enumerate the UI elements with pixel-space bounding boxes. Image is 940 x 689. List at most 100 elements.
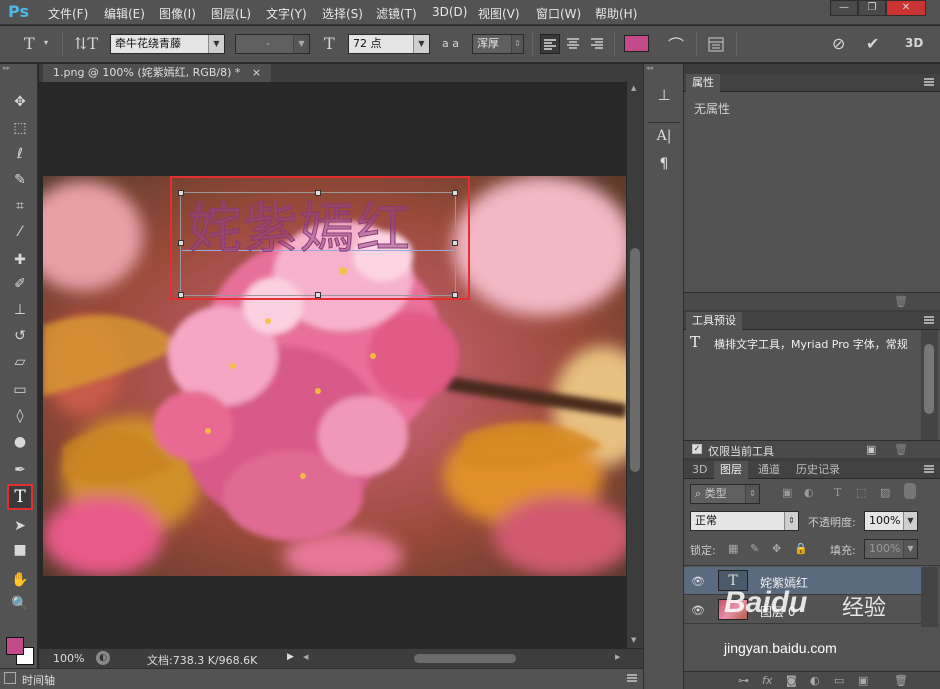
align-left-button[interactable] — [540, 34, 560, 54]
layer-name[interactable]: 姹紫嫣红 — [760, 574, 808, 591]
gradient-tool-icon[interactable]: ▭ — [10, 380, 30, 400]
close-tab-icon[interactable]: × — [252, 66, 261, 79]
font-style-dropdown[interactable]: - ▼ — [235, 34, 310, 54]
new-preset-icon[interactable]: ▣ — [866, 443, 876, 456]
zoom-tool-icon[interactable]: 🔍 — [10, 594, 30, 614]
fill-input[interactable]: 100% ▼ — [864, 539, 918, 559]
scroll-up-icon[interactable]: ▲ — [631, 84, 636, 92]
vertical-scrollbar[interactable]: ▲ ▼ — [627, 82, 643, 648]
path-selection-tool-icon[interactable]: ➤ — [10, 516, 30, 536]
align-center-button[interactable] — [564, 34, 584, 54]
filter-smart-object-icon[interactable]: ▨ — [880, 486, 890, 499]
layer-name[interactable]: 图层 0 — [760, 603, 795, 620]
timeline-menu-icon[interactable] — [627, 674, 637, 682]
3d-button[interactable]: 3D — [905, 36, 923, 50]
tab-properties[interactable]: 属性 — [686, 74, 720, 92]
cancel-icon[interactable]: ⊘ — [832, 34, 845, 53]
menu-edit[interactable]: 编辑(E) — [104, 5, 145, 22]
marquee-tool-icon[interactable]: ⬚ — [10, 118, 30, 138]
text-tool-preset-icon[interactable]: T — [24, 34, 35, 53]
link-layers-icon[interactable]: ⊶ — [738, 674, 749, 687]
panel-menu-icon[interactable] — [924, 78, 934, 86]
crop-tool-icon[interactable]: ⌗ — [10, 196, 30, 216]
close-window-button[interactable]: ✕ — [886, 0, 926, 16]
only-current-tool-checkbox[interactable]: ✓ — [692, 444, 702, 454]
rectangle-tool-icon[interactable]: ■ — [10, 540, 30, 560]
visibility-eye-icon[interactable]: 👁 — [691, 604, 705, 617]
panel-menu-icon[interactable] — [924, 316, 934, 324]
layer-row[interactable]: 👁 T 姹紫嫣红 — [684, 567, 921, 595]
status-info-icon[interactable]: ◐ — [96, 651, 110, 665]
layer-style-icon[interactable]: fx — [762, 674, 772, 687]
menu-layer[interactable]: 图层(L) — [211, 5, 251, 22]
filter-type-icon[interactable]: T — [834, 486, 841, 499]
warp-text-icon[interactable]: ⌒ — [668, 32, 684, 56]
status-menu-arrow-icon[interactable]: ▶ — [287, 652, 294, 662]
hand-tool-icon[interactable]: ✋ — [10, 570, 30, 590]
tab-history[interactable]: 历史记录 — [790, 461, 846, 479]
adjustment-layer-icon[interactable]: ◐ — [810, 674, 820, 687]
layer-row[interactable]: 👁 图层 0 — [684, 596, 921, 624]
trash-icon[interactable]: 🗑 — [894, 295, 908, 308]
tool-preset-item[interactable]: T 横排文字工具，Myriad Pro 字体，常规 — [684, 332, 920, 354]
tab-channels[interactable]: 通道 — [752, 461, 786, 479]
paragraph-panel-icon[interactable]: ¶ — [652, 156, 676, 178]
zoom-level[interactable]: 100% — [53, 652, 84, 665]
document-tab[interactable]: 1.png @ 100% (姹紫嫣红, RGB/8) * × — [43, 64, 272, 82]
text-orientation-icon[interactable]: ⇅T — [74, 34, 98, 53]
antialias-dropdown[interactable]: 浑厚 ⇕ — [472, 34, 524, 54]
character-panel-toggle-button[interactable] — [706, 34, 726, 54]
menu-type[interactable]: 文字(Y) — [266, 5, 307, 22]
trash-icon[interactable]: 🗑 — [894, 443, 908, 456]
panel-collapse-icon[interactable]: ◂◂ — [646, 64, 682, 72]
menu-select[interactable]: 选择(S) — [322, 5, 363, 22]
restore-button[interactable]: ❐ — [858, 0, 886, 16]
tab-tool-presets[interactable]: 工具预设 — [686, 312, 742, 330]
tab-layers[interactable]: 图层 — [714, 461, 748, 479]
dodge-tool-icon[interactable]: ● — [10, 432, 30, 452]
menu-file[interactable]: 文件(F) — [48, 5, 88, 22]
move-tool-icon[interactable]: ✥ — [10, 92, 30, 112]
healing-brush-tool-icon[interactable]: ✚ — [10, 250, 30, 270]
history-brush-tool-icon[interactable]: ↺ — [10, 326, 30, 346]
filter-pixel-icon[interactable]: ▣ — [782, 486, 792, 499]
lock-all-icon[interactable]: 🔒 — [794, 542, 808, 555]
commit-check-icon[interactable]: ✔ — [866, 34, 879, 53]
scroll-left-icon[interactable]: ◀ — [303, 653, 308, 661]
menu-help[interactable]: 帮助(H) — [595, 5, 637, 22]
clone-stamp-tool-icon[interactable]: ⊥ — [10, 300, 30, 320]
menu-filter[interactable]: 滤镜(T) — [376, 5, 417, 22]
layers-scrollbar[interactable] — [921, 567, 938, 627]
preset-scrollbar[interactable] — [921, 330, 938, 440]
lock-transparency-icon[interactable]: ▦ — [728, 542, 738, 555]
canvas-area[interactable]: 姹紫嫣红 — [39, 82, 627, 648]
visibility-eye-icon[interactable]: 👁 — [691, 575, 705, 588]
timeline-label[interactable]: 时间轴 — [22, 672, 55, 688]
vertical-scroll-thumb[interactable] — [630, 248, 640, 472]
menu-3d[interactable]: 3D(D) — [432, 5, 467, 19]
menu-view[interactable]: 视图(V) — [478, 5, 520, 22]
layer-filter-dropdown[interactable]: ⌕ 类型 ⇕ — [690, 484, 760, 504]
menu-window[interactable]: 窗口(W) — [536, 5, 581, 22]
character-panel-icon[interactable]: A| — [652, 128, 676, 150]
panel-collapse-icon[interactable]: ▸▸ — [3, 64, 33, 72]
new-group-icon[interactable]: ▭ — [834, 674, 844, 687]
menu-image[interactable]: 图像(I) — [159, 5, 196, 22]
pen-tool-icon[interactable]: ✒ — [10, 460, 30, 480]
eyedropper-tool-icon[interactable]: ⁄ — [10, 222, 30, 242]
preset-scroll-thumb[interactable] — [924, 344, 934, 414]
timeline-icon[interactable] — [4, 672, 16, 684]
filter-shape-icon[interactable]: ⬚ — [856, 486, 866, 499]
trash-icon[interactable]: 🗑 — [894, 674, 908, 687]
horizontal-type-tool-icon[interactable]: T — [7, 484, 33, 510]
blend-mode-dropdown[interactable]: 正常 ⇕ — [690, 511, 799, 531]
font-size-dropdown[interactable]: 72 点 ▼ — [348, 34, 430, 54]
panel-menu-icon[interactable] — [924, 465, 934, 473]
chevron-down-icon[interactable]: ▾ — [44, 38, 48, 47]
lasso-tool-icon[interactable]: ℓ — [10, 144, 30, 164]
quick-select-tool-icon[interactable]: ✎ — [10, 170, 30, 190]
scroll-right-icon[interactable]: ▶ — [615, 653, 620, 661]
eraser-tool-icon[interactable]: ▱ — [10, 352, 30, 372]
blur-tool-icon[interactable]: ◊ — [10, 406, 30, 426]
lock-image-icon[interactable]: ✎ — [750, 542, 759, 555]
